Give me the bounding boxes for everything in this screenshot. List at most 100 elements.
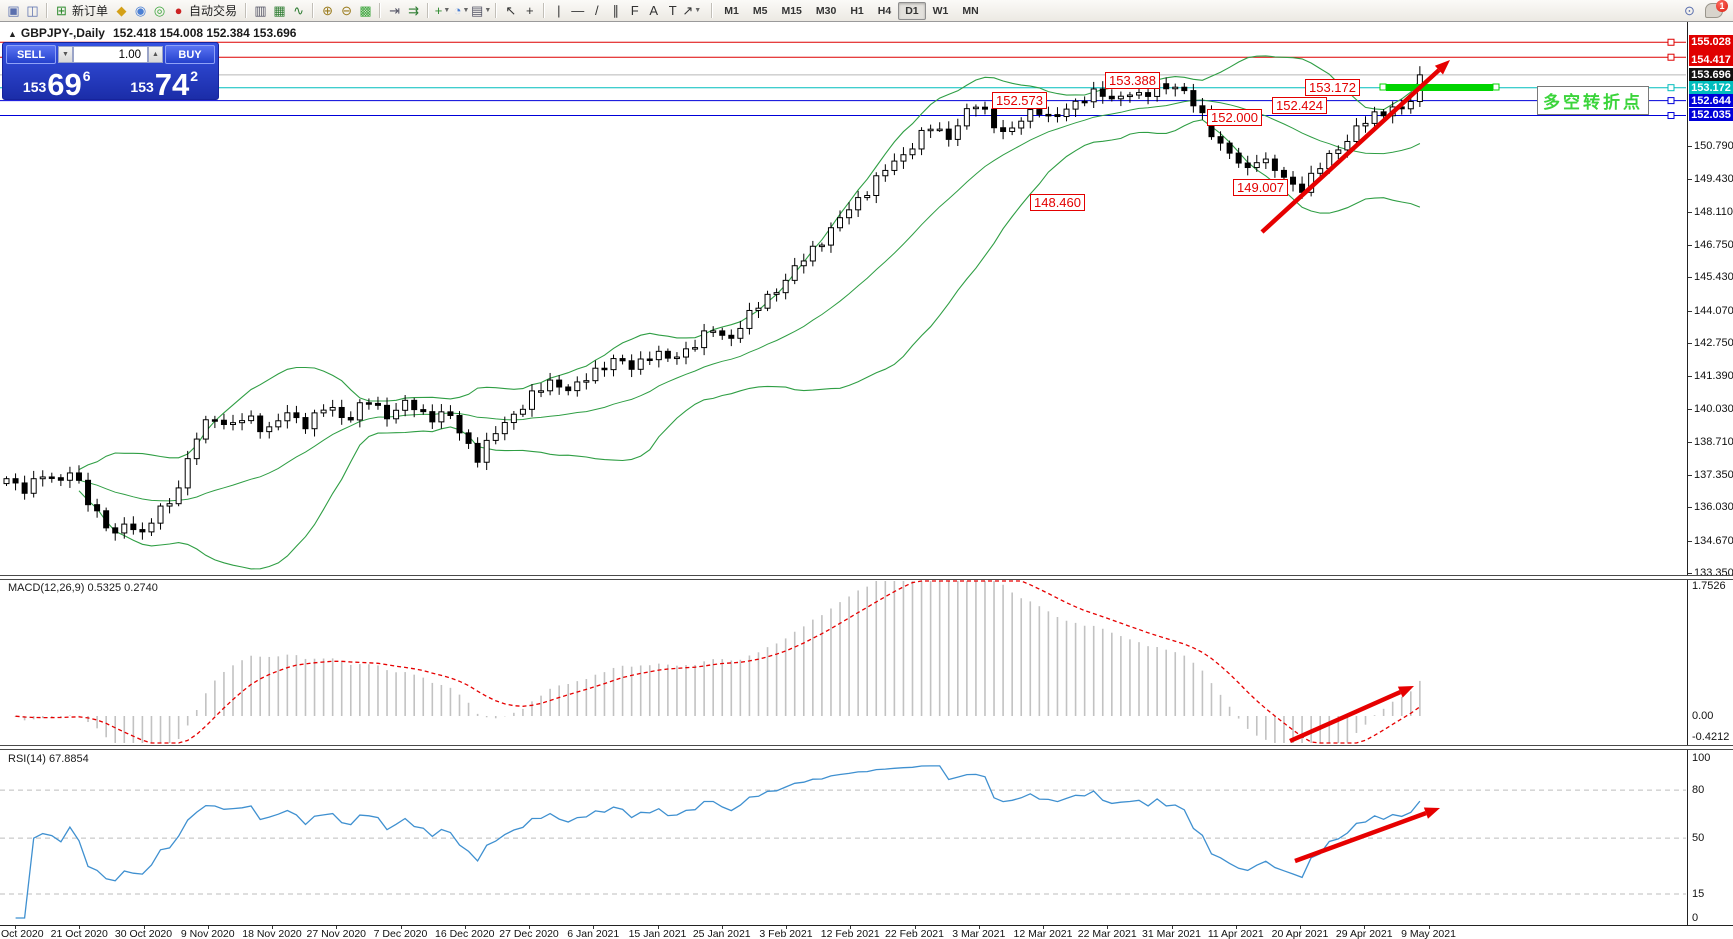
timeframe-w1[interactable]: W1 [926,2,956,20]
periods-icon[interactable]: ◔▼ [452,2,471,20]
price-tag[interactable]: 153.172 [1305,79,1360,96]
timeframe-m5[interactable]: M5 [746,2,775,20]
data-window-icon[interactable]: ◉ [131,2,150,20]
crosshair-icon[interactable]: + [520,2,539,20]
main-chart-canvas[interactable] [0,22,1687,575]
date-label: 31 Mar 2021 [1142,928,1201,939]
macd-axis-label: -0.4212 [1692,731,1729,743]
date-label: 22 Mar 2021 [1078,928,1137,939]
date-label: 16 Dec 2020 [435,928,495,939]
toolbar-separator [245,3,247,18]
candlestick-chart-icon[interactable]: ▦ [270,2,289,20]
equidistant-channel-icon[interactable]: ∥ [606,2,625,20]
date-label: 7 Dec 2020 [374,928,428,939]
toolbar-icon-groups: ▣◫ ⊞新订单◆◉◎●自动交易 ▥▦∿ ⊕⊖▩ ⇥⇉ +▼◔▼▤▼ ↖+ |—/∥FAT↗▼ [4,2,701,20]
timeframe-h4[interactable]: H4 [871,2,898,20]
tile-windows-icon[interactable]: ▩ [356,2,375,20]
date-label: 12 Oct 2020 [0,928,44,939]
date-label: 20 Apr 2021 [1272,928,1329,939]
sell-price[interactable]: 153 69 6 [3,64,111,100]
timeframe-m15[interactable]: M15 [774,2,808,20]
new-chart-icon[interactable]: ▣ [4,2,23,20]
toolbar-separator [312,3,314,18]
sell-price-prefix: 153 [23,79,46,95]
timeframe-m30[interactable]: M30 [809,2,843,20]
toolbar-separator [495,3,497,18]
timeframe-d1[interactable]: D1 [898,2,925,20]
volume-input[interactable]: 1.00 [73,46,148,63]
main-macd-separator[interactable] [0,575,1733,580]
price-axis-tick: 146.750 [1694,239,1733,251]
templates-icon[interactable]: ▤▼ [471,2,491,20]
text-label-icon[interactable]: T [663,2,682,20]
toolbar: ▣◫⊞新订单◆◉◎●自动交易▥▦∿⊕⊖▩⇥⇉+▼◔▼▤▼↖+|—/∥FAT↗▼ … [0,0,1733,22]
timeframe-h1[interactable]: H1 [843,2,870,20]
new-order-icon[interactable]: ⊞ [52,2,71,20]
market-watch-icon[interactable]: ◆ [112,2,131,20]
turning-point-label[interactable]: 多空转折点 [1537,86,1649,115]
volume-down-button[interactable]: ▼ [58,46,73,63]
auto-scroll-icon[interactable]: ⇉ [404,2,423,20]
new-order-label[interactable]: 新订单 [72,2,108,19]
rsi-panel-canvas[interactable] [0,750,1687,925]
price-axis-tick: 136.030 [1694,501,1733,513]
line-chart-icon[interactable]: ∿ [289,2,308,20]
price-axis-tick: 140.030 [1694,403,1733,415]
macd-panel-canvas[interactable] [0,579,1687,745]
date-label: 11 Apr 2021 [1208,928,1264,939]
macd-values: 0.5325 0.2740 [87,582,157,594]
trendline-icon[interactable]: / [587,2,606,20]
price-tag[interactable]: 152.424 [1272,97,1327,114]
chat-icon[interactable]: 1 [1705,3,1723,18]
toolbar-separator [46,3,48,18]
bar-chart-icon[interactable]: ▥ [251,2,270,20]
profiles-icon[interactable]: ◫ [23,2,42,20]
buy-price-prefix: 153 [130,79,153,95]
sell-price-main: 69 [47,72,81,98]
autotrading-label[interactable]: 自动交易 [189,2,237,19]
price-axis-tick: 137.350 [1694,469,1733,481]
buy-button[interactable]: BUY [165,45,215,64]
date-label: 29 Apr 2021 [1336,928,1393,939]
arrows-tool-icon[interactable]: ↗▼ [682,2,701,20]
symbol-period: GBPJPY-,Daily [21,26,105,40]
price-tag[interactable]: 153.388 [1105,72,1160,89]
price-tag[interactable]: 152.573 [992,92,1047,109]
date-label: 9 Nov 2020 [181,928,235,939]
price-tag[interactable]: 149.007 [1233,179,1288,196]
horizontal-line-icon[interactable]: — [568,2,587,20]
fibonacci-icon[interactable]: F [625,2,644,20]
price-tag[interactable]: 152.000 [1207,109,1262,126]
price-axis-tick: 149.430 [1694,173,1733,185]
date-label: 30 Oct 2020 [115,928,172,939]
price-axis-tick: 144.070 [1694,305,1733,317]
date-label: 25 Jan 2021 [693,928,751,939]
sell-price-pip: 6 [83,68,91,84]
buy-price[interactable]: 153 74 2 [111,64,219,100]
macd-rsi-separator[interactable] [0,745,1733,750]
zoom-out-icon[interactable]: ⊖ [337,2,356,20]
chart-shift-icon[interactable]: ⇥ [385,2,404,20]
volume-up-button[interactable]: ▲ [148,46,163,63]
rsi-axis-label: 15 [1692,888,1704,900]
autotrading-icon[interactable]: ● [169,2,188,20]
date-label: 12 Mar 2021 [1014,928,1073,939]
zoom-in-icon[interactable]: ⊕ [318,2,337,20]
search-icon[interactable]: ⊙ [1680,2,1699,20]
price-axis-tick: 138.710 [1694,436,1733,448]
ea-signal-icon[interactable]: ◎ [150,2,169,20]
cursor-icon[interactable]: ↖ [501,2,520,20]
price-tag[interactable]: 148.460 [1030,194,1085,211]
buy-price-pip: 2 [190,68,198,84]
buy-price-main: 74 [155,72,189,98]
date-label: 12 Feb 2021 [821,928,880,939]
macd-axis-label: 0.00 [1692,710,1713,722]
text-icon[interactable]: A [644,2,663,20]
sell-button[interactable]: SELL [6,45,56,64]
macd-axis-label: 1.7526 [1692,580,1726,592]
timeframe-m1[interactable]: M1 [717,2,746,20]
vertical-line-icon[interactable]: | [549,2,568,20]
indicators-icon[interactable]: +▼ [433,2,452,20]
timeframe-mn[interactable]: MN [955,2,985,20]
rsi-axis-label: 0 [1692,912,1698,924]
